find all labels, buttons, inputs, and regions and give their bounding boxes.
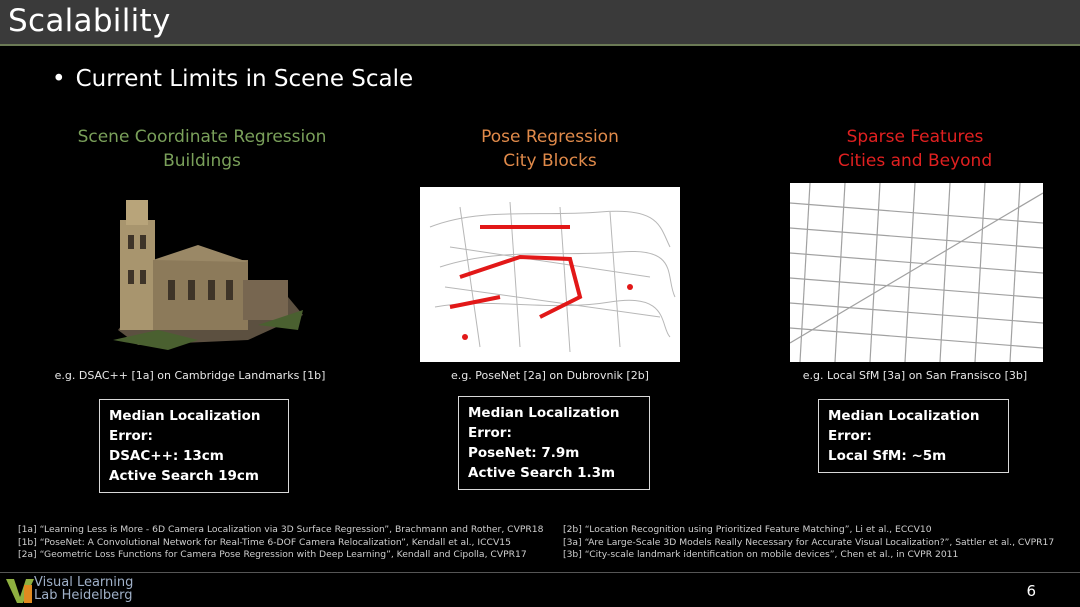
reference-item: [2a] “Geometric Loss Functions for Camer… [18,549,527,560]
box-line: DSAC++: 13cm [109,448,224,464]
caption-dsac: e.g. DSAC++ [1a] on Cambridge Landmarks … [54,369,326,382]
logo-line2: Lab Heidelberg [34,588,133,603]
heading-line1: Scene Coordinate Regression [77,127,327,147]
heading-line2: Cities and Beyond [837,151,993,171]
footer-divider [0,572,1080,573]
heading-line2: City Blocks [503,151,597,171]
box-line: Median Localization Error: [828,408,980,444]
page-number: 6 [1026,582,1036,600]
heading-line1: Sparse Features [846,127,984,147]
caption-posenet: e.g. PoseNet [2a] on Dubrovnik [2b] [451,369,649,382]
bullet-marker: • [52,66,66,92]
heading-line1: Pose Regression [481,127,619,147]
references-left: [1a] “Learning Less is More - 6D Camera … [18,524,558,562]
column-heading-buildings: Scene Coordinate Regression Buildings [62,125,342,173]
bullet-point: • Current Limits in Scene Scale [52,66,413,92]
title-underline [0,44,1080,46]
column-heading-city-blocks: Pose Regression City Blocks [410,125,690,173]
lab-logo-text: Visual Learning Lab Heidelberg [34,576,133,602]
title-bar: Scalability [0,0,1080,46]
box-line: Active Search 1.3m [468,465,616,481]
reference-item: [2b] “Location Recognition using Priorit… [563,524,932,535]
box-line: Median Localization Error: [109,408,261,444]
church-model-image [113,200,303,350]
bullet-text: Current Limits in Scene Scale [75,66,414,92]
box-line: PoseNet: 7.9m [468,445,580,461]
box-line: Local SfM: ~5m [828,448,947,464]
heading-line2: Buildings [163,151,241,171]
reference-item: [1b] “PoseNet: A Convolutional Network f… [18,536,511,548]
reference-item: [3a] “Are Large-Scale 3D Models Really N… [563,536,1055,548]
references-right: [2b] “Location Recognition using Priorit… [563,524,1073,562]
slide-title: Scalability [8,3,171,39]
error-box-local-sfm: Median Localization Error: Local SfM: ~5… [818,399,1009,473]
box-line: Median Localization Error: [468,405,620,441]
error-box-posenet: Median Localization Error: PoseNet: 7.9m… [458,396,650,490]
caption-local-sfm: e.g. Local SfM [3a] on San Fransisco [3b… [802,369,1028,382]
error-box-dsac: Median Localization Error: DSAC++: 13cm … [99,399,289,493]
box-line: Active Search 19cm [109,468,260,484]
column-heading-cities: Sparse Features Cities and Beyond [775,125,1055,173]
reference-item: [1a] “Learning Less is More - 6D Camera … [18,524,544,535]
san-francisco-pointcloud-image [790,183,1043,362]
dubrovnik-pointcloud-image [420,187,680,362]
reference-item: [3b] “City-scale landmark identification… [563,549,959,560]
